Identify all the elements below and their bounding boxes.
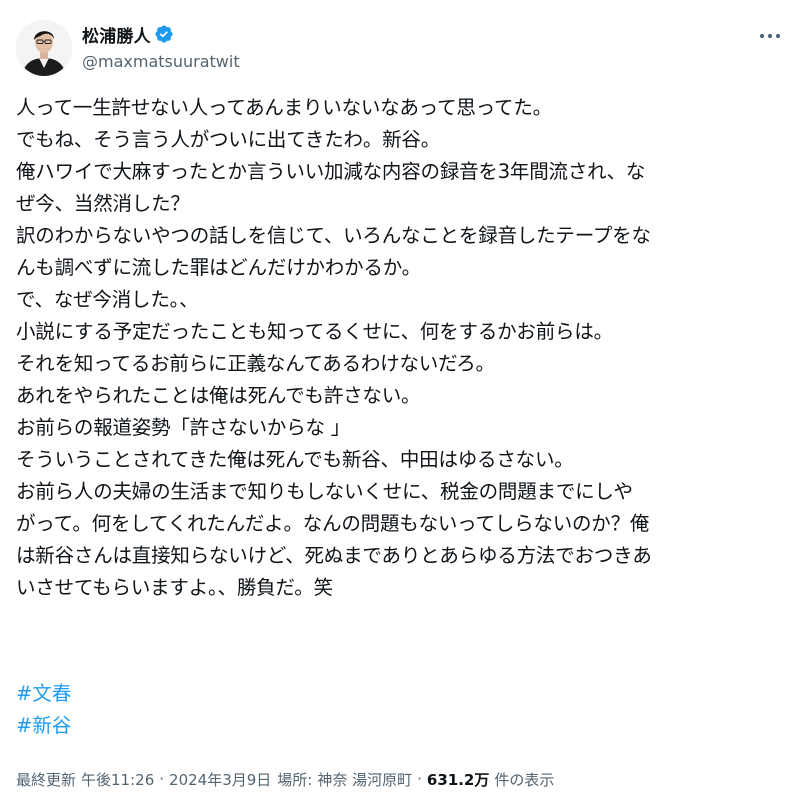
post-text-line: いさせてもらいますよ。、勝負だ。笑	[16, 576, 333, 599]
post-text-line: 俺ハワイで大麻すったとか言ういい加減な内容の録音を3年間流され、な	[16, 160, 646, 183]
hashtag-link-shintani[interactable]: #新谷	[16, 710, 71, 742]
post-text-line: 訳のわからないやつの話しを信じて、いろんなことを録音したテープをな	[16, 224, 651, 247]
post-text-line: は新谷さんは直接知らないけど、死ぬまでありとあらゆる方法でおつきあ	[16, 544, 652, 567]
user-handle[interactable]: @maxmatsuuratwit	[82, 52, 240, 71]
hashtag-link-bunshun[interactable]: #文春	[16, 678, 71, 710]
display-name-row: 松浦勝人	[82, 21, 240, 47]
more-options-icon[interactable]	[755, 26, 785, 46]
verified-badge-icon[interactable]	[154, 24, 174, 44]
location-label: 場所:	[277, 770, 313, 789]
post-meta: 最終更新 午後11:26 · 2024年3月9日 場所: 神奈 湯河原町 · 6…	[16, 766, 554, 792]
post-text-line: で、なぜ今消した。、	[16, 288, 199, 311]
display-name[interactable]: 松浦勝人	[82, 22, 151, 47]
meta-separator: ·	[159, 770, 165, 788]
author-names: 松浦勝人 @maxmatsuuratwit	[82, 21, 240, 71]
post-text-line: あれをやられたことは俺は死んでも許さない。	[16, 384, 421, 407]
hashtag-list: #文春 #新谷	[16, 678, 71, 742]
post-text-line: そういうことされてきた俺は死んでも新谷、中田はゆるさない。	[16, 448, 574, 471]
post-text-line: でもね、そう言う人がついに出てきたわ。新谷。	[16, 128, 441, 151]
post-date[interactable]: 2024年3月9日	[169, 769, 271, 790]
post-text-line: 小説にする予定だったことも知ってるくせに、何をするかお前らは。	[16, 320, 613, 343]
avatar[interactable]	[16, 20, 72, 76]
meta-separator: ·	[417, 770, 422, 788]
post-time[interactable]: 午後11:26	[81, 769, 154, 790]
location-link[interactable]: 神奈 湯河原町	[317, 769, 412, 790]
post-text-line: お前ら人の夫婦の生活まで知りもしないくせに、税金の問題までにしや	[16, 480, 633, 503]
post-header: 松浦勝人 @maxmatsuuratwit	[16, 12, 789, 78]
post-text: 人って一生許せない人ってあんまりいないなあって思ってた。 でもね、そう言う人がつ…	[16, 92, 791, 604]
views-label: 件の表示	[494, 770, 555, 789]
post-text-line: それを知ってるお前らに正義なんてあるわけないだろ。	[16, 352, 495, 375]
post-text-line: んも調べずに流した罪はどんだけかわかるか。	[16, 256, 421, 279]
post-card: 松浦勝人 @maxmatsuuratwit 人って一生許せない人ってあんまりいな…	[0, 0, 805, 804]
post-text-line: がって。何をしてくれたんだよ。なんの問題もないってしらないのか？俺	[16, 512, 650, 535]
post-text-line: お前らの報道姿勢「許さないからな 」	[16, 416, 351, 439]
last-updated-label: 最終更新	[16, 770, 77, 789]
views-count: 631.2万	[426, 770, 490, 789]
avatar-image	[16, 20, 72, 76]
post-text-line: 人って一生許せない人ってあんまりいないなあって思ってた。	[16, 96, 552, 119]
post-text-line: ぜ今、当然消した？	[16, 192, 190, 215]
